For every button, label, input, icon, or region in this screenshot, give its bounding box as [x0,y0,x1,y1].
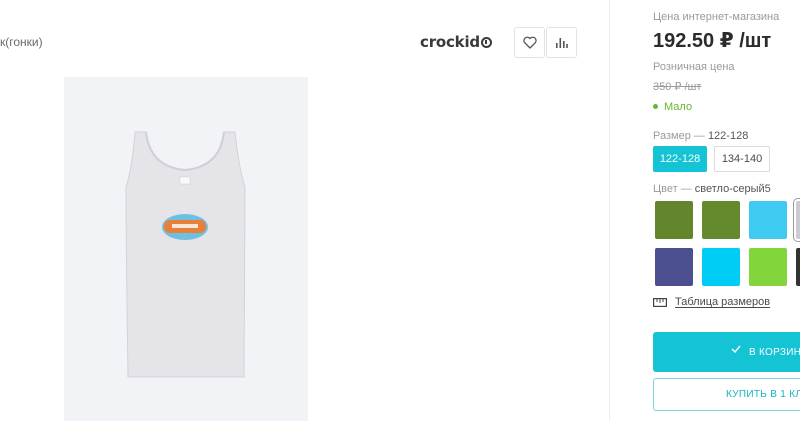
online-price: 192.50 ₽ /шт [653,30,772,52]
color-swatch[interactable] [655,201,693,239]
brand-logo-text: crockid [420,33,480,51]
size-heading: Размер — 122-128 [653,130,749,142]
size-selected-value: 122-128 [707,130,749,142]
size-table-link[interactable]: Таблица размеров [653,296,770,308]
heart-icon [522,36,537,49]
retail-price: 350 ₽ /шт [653,81,702,93]
color-swatch-selected[interactable] [793,198,800,242]
color-swatch[interactable] [796,248,800,286]
brand-logo[interactable]: crockid [420,33,492,51]
product-info-panel: Цена интернет-магазина 192.50 ₽ /шт Розн… [653,0,800,421]
size-option-134-140[interactable]: 134-140 [714,146,770,172]
ruler-icon [653,297,667,307]
size-table-label: Таблица размеров [675,296,771,308]
brand-logo-mark [480,37,492,48]
color-heading: Цвет — светло-серый5 [653,183,771,195]
color-swatch[interactable] [655,248,693,286]
size-option-122-128[interactable]: 122-128 [653,146,707,172]
buy-one-click-button[interactable]: КУПИТЬ В 1 КЛИК [653,378,800,411]
color-swatch[interactable] [749,201,787,239]
product-gallery-area: к(гонки) crockid [0,0,610,421]
online-price-label: Цена интернет-магазина [653,11,780,23]
color-swatch[interactable] [702,201,740,239]
add-to-cart-button[interactable]: В КОРЗИНУ [653,332,800,372]
check-icon [731,345,741,353]
bar-chart-icon [556,38,568,48]
stock-dot-icon [653,104,658,109]
compare-button[interactable] [546,27,577,58]
retail-price-label: Розничная цена [653,61,735,73]
stock-status: Мало [653,101,692,113]
add-to-favorites-button[interactable] [514,27,545,58]
color-swatch[interactable] [702,248,740,286]
product-photo[interactable] [64,77,308,421]
color-label: Цвет [653,183,678,195]
product-title-fragment: к(гонки) [0,35,43,49]
color-selected-value: светло-серый5 [694,183,771,195]
size-label: Размер [653,130,691,142]
color-swatch[interactable] [749,248,787,286]
stock-status-text: Мало [664,101,693,113]
tank-top-image [125,131,246,378]
add-to-cart-label: В КОРЗИНУ [749,346,800,358]
